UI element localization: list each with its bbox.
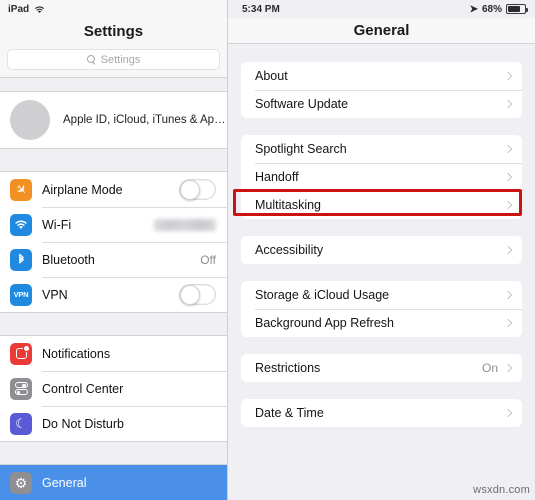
gear-icon: ⚙: [10, 471, 32, 494]
detail-status-bar: 5:34 PM ➤ 68%: [228, 0, 535, 18]
chevron-right-icon: [503, 290, 513, 300]
ipad-settings-screen: iPad Settings Settings Apple ID, iCloud,…: [0, 0, 535, 500]
sidebar-item-notifications[interactable]: Notifications: [0, 336, 227, 371]
settings-row-accessibility[interactable]: Accessibility: [241, 236, 522, 264]
sidebar-item-do-not-disturb[interactable]: ☾ Do Not Disturb: [0, 406, 227, 441]
settings-list: About Software Update Spotlight Search H…: [228, 62, 535, 427]
apple-id-group: Apple ID, iCloud, iTunes & App St...: [0, 91, 227, 149]
toggle-knob: [180, 179, 200, 200]
bluetooth-icon: ᛫: [10, 248, 32, 271]
row-label: About: [255, 69, 288, 83]
airplane-mode-toggle[interactable]: [179, 179, 216, 200]
sidebar-gap-top: [0, 78, 227, 91]
vpn-toggle[interactable]: [179, 284, 216, 305]
row-label: Background App Refresh: [255, 316, 394, 330]
settings-row-spotlight-search[interactable]: Spotlight Search: [241, 135, 522, 163]
sidebar-status-bar: iPad: [0, 0, 227, 18]
sidebar-item-general[interactable]: ⚙ General: [0, 465, 227, 500]
sidebar-item-label: Notifications: [42, 346, 111, 361]
do-not-disturb-icon: ☾: [10, 412, 32, 435]
sidebar-item-label: Bluetooth: [42, 252, 95, 267]
watermark: wsxdn.com: [473, 484, 530, 496]
sidebar-item-wifi[interactable]: Wi-Fi: [0, 207, 227, 242]
row-label: Restrictions: [255, 361, 321, 375]
sidebar-item-bluetooth[interactable]: ᛫ Bluetooth Off: [0, 242, 227, 277]
settings-group-handoff: Spotlight Search Handoff Multitasking: [241, 135, 522, 219]
restrictions-value: On: [481, 361, 498, 375]
settings-row-about[interactable]: About: [241, 62, 522, 90]
settings-row-date-time[interactable]: Date & Time: [241, 399, 522, 427]
settings-row-restrictions[interactable]: Restrictions On: [241, 354, 522, 382]
search-icon: [86, 55, 96, 64]
settings-row-multitasking[interactable]: Multitasking: [241, 191, 522, 219]
settings-group-accessibility: Accessibility: [241, 236, 522, 264]
settings-row-storage-icloud-usage[interactable]: Storage & iCloud Usage: [241, 281, 522, 309]
chevron-right-icon: [503, 318, 513, 328]
row-label: Spotlight Search: [255, 142, 347, 156]
settings-group-storage: Storage & iCloud Usage Background App Re…: [241, 281, 522, 337]
chevron-right-icon: [503, 408, 513, 418]
sidebar-item-label: Airplane Mode: [42, 182, 123, 197]
search-container: Settings: [0, 44, 227, 78]
control-center-icon: [10, 377, 32, 400]
row-label: Accessibility: [255, 243, 324, 257]
sidebar-item-apple-id[interactable]: Apple ID, iCloud, iTunes & App St...: [0, 92, 227, 148]
toggle-knob: [180, 284, 200, 305]
apple-id-label: Apple ID, iCloud, iTunes & App St...: [63, 114, 227, 126]
sidebar-item-label: VPN: [42, 287, 68, 302]
clock-label: 5:34 PM: [242, 3, 280, 15]
row-label: Date & Time: [255, 406, 324, 420]
settings-row-handoff[interactable]: Handoff: [241, 163, 522, 191]
chevron-right-icon: [503, 363, 513, 373]
battery-percent-label: 68%: [481, 3, 502, 15]
wifi-status-icon: [34, 5, 45, 14]
settings-group-about: About Software Update: [241, 62, 522, 118]
chevron-right-icon: [503, 200, 513, 210]
vpn-icon: VPN: [10, 283, 32, 306]
settings-group-date-time: Date & Time: [241, 399, 522, 427]
sidebar-gap-1: [0, 149, 227, 171]
chevron-right-icon: [503, 144, 513, 154]
search-placeholder: Settings: [100, 53, 141, 66]
row-label: Software Update: [255, 97, 349, 111]
chevron-right-icon: [503, 99, 513, 109]
wifi-icon: [10, 213, 32, 236]
chevron-right-icon: [503, 245, 513, 255]
sidebar-title: Settings: [83, 22, 144, 40]
sidebar-gap-2: [0, 313, 227, 335]
page-title: General: [228, 18, 535, 44]
sidebar-item-label: Wi-Fi: [42, 217, 72, 232]
wifi-network-value-blurred: [154, 218, 216, 231]
row-label: Multitasking: [255, 198, 321, 212]
sidebar-item-label: General: [42, 475, 87, 490]
sidebar-item-label: Control Center: [42, 381, 124, 396]
status-right-cluster: ➤ 68%: [469, 3, 528, 15]
row-label: Handoff: [255, 170, 299, 184]
sidebar-group-alerts: Notifications Control Center ☾ Do Not Di…: [0, 335, 227, 442]
notifications-icon: [10, 342, 32, 365]
bluetooth-value: Off: [200, 252, 216, 267]
sidebar-group-system: ⚙ General AA Display & Brightness: [0, 464, 227, 500]
search-input[interactable]: Settings: [7, 49, 220, 70]
sidebar-item-control-center[interactable]: Control Center: [0, 371, 227, 406]
airplane-icon: ✈: [10, 178, 32, 201]
settings-group-restrictions: Restrictions On: [241, 354, 522, 382]
sidebar-group-connectivity: ✈ Airplane Mode Wi-Fi ᛫ Bluetooth Off VP…: [0, 171, 227, 313]
device-name-label: iPad: [8, 3, 30, 15]
avatar: [10, 100, 50, 140]
row-label: Storage & iCloud Usage: [255, 288, 390, 302]
settings-row-background-app-refresh[interactable]: Background App Refresh: [241, 309, 522, 337]
settings-row-software-update[interactable]: Software Update: [241, 90, 522, 118]
battery-icon: [506, 4, 528, 14]
settings-sidebar: iPad Settings Settings Apple ID, iCloud,…: [0, 0, 228, 500]
location-arrow-icon: ➤: [469, 3, 478, 15]
sidebar-gap-3: [0, 442, 227, 464]
sidebar-item-vpn[interactable]: VPN VPN: [0, 277, 227, 312]
chevron-right-icon: [503, 172, 513, 182]
chevron-right-icon: [503, 71, 513, 81]
sidebar-item-label: Do Not Disturb: [42, 416, 124, 431]
sidebar-item-airplane-mode[interactable]: ✈ Airplane Mode: [0, 172, 227, 207]
general-detail-panel: 5:34 PM ➤ 68% General About Software Upd…: [228, 0, 535, 500]
